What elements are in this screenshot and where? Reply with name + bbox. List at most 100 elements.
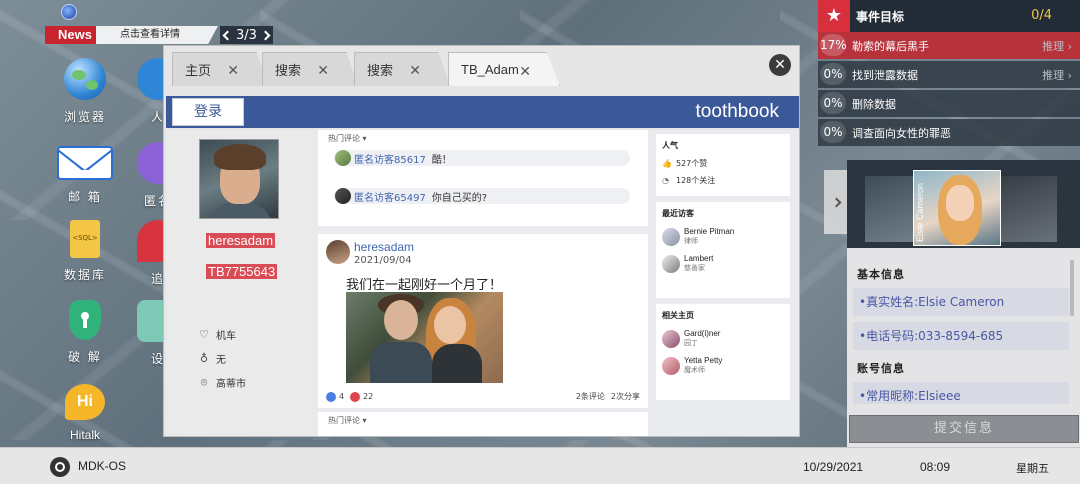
chevron-left-icon[interactable] bbox=[222, 30, 233, 40]
desktop-icon-hitalk[interactable]: Hi Hitalk bbox=[45, 384, 125, 442]
like-icon[interactable] bbox=[326, 391, 336, 402]
post-share-count[interactable]: 2次分享 bbox=[611, 391, 640, 402]
heart-icon: ♡ bbox=[199, 328, 209, 341]
globe-browser-icon bbox=[64, 58, 106, 100]
objectives-title: 事件目标 bbox=[856, 10, 905, 24]
desktop-icon-mail[interactable]: 邮 箱 bbox=[45, 142, 125, 205]
profile-id: TB7755643 bbox=[206, 264, 278, 279]
objectives-header: ★ 事件目标 0/4 bbox=[818, 0, 1080, 32]
contact-thumb-right[interactable] bbox=[997, 176, 1057, 242]
contact-card-name: Elsie Cameron bbox=[915, 182, 925, 242]
desktop-icon-label: 破 解 bbox=[68, 350, 102, 364]
comment-item: 匿名访客65497 你自己买的? bbox=[334, 188, 630, 204]
profile-location: ⌾ 高蒂市 bbox=[198, 375, 246, 391]
caret-down-icon: ▾ bbox=[362, 134, 367, 143]
related-name: Yetta Petty bbox=[684, 356, 723, 365]
thumbs-up-icon: 👍 bbox=[662, 159, 672, 168]
real-name-field[interactable]: •真实姓名:Elsie Cameron bbox=[853, 288, 1069, 316]
shield-key-icon bbox=[69, 300, 101, 340]
post-reactions: 4 22 2条评论 2次分享 bbox=[326, 391, 640, 402]
news-details-link[interactable]: 点击查看详情 bbox=[95, 26, 218, 44]
post-author[interactable]: heresadam bbox=[354, 240, 414, 254]
close-tab-icon[interactable]: ✕ bbox=[317, 63, 329, 79]
phone-field[interactable]: •电话号码:033-8594-685 bbox=[853, 322, 1069, 350]
profile-column: heresadam TB7755643 ♡ 机车 ♁ 无 ⌾ 高蒂市 bbox=[166, 130, 316, 436]
objective-item[interactable]: 0% 删除数据 bbox=[818, 90, 1080, 117]
post-text: 我们在一起刚好一个月了！ bbox=[346, 278, 503, 293]
post-author-avatar[interactable] bbox=[326, 240, 350, 264]
close-tab-icon[interactable]: ✕ bbox=[227, 63, 239, 79]
profile-username: heresadam bbox=[206, 233, 276, 248]
browser-window: 主页 ✕ 搜索 ✕ 搜索 ✕ TB_Adam ✕ ✕ 登录 toothbook … bbox=[163, 45, 800, 437]
commenter-name[interactable]: 匿名访客85617 bbox=[354, 151, 426, 166]
close-tab-icon[interactable]: ✕ bbox=[409, 63, 421, 79]
panel-scrollbar[interactable] bbox=[1070, 260, 1074, 316]
tab-label: TB_Adam bbox=[461, 62, 519, 77]
post-photo[interactable] bbox=[346, 292, 503, 383]
commenter-avatar bbox=[335, 150, 351, 166]
commenter-name[interactable]: 匿名访客65497 bbox=[354, 189, 426, 204]
visitor-avatar bbox=[662, 227, 680, 246]
tab-label: 搜索 bbox=[275, 64, 302, 79]
tab-tb-adam[interactable]: TB_Adam ✕ bbox=[448, 52, 560, 86]
profile-hobby: ♡ 机车 bbox=[198, 327, 236, 342]
commenter-avatar bbox=[335, 188, 351, 204]
post-comment-count[interactable]: 2条评论 bbox=[576, 391, 605, 402]
close-window-button[interactable]: ✕ bbox=[769, 54, 791, 76]
news-pager: 3/3 bbox=[219, 26, 273, 44]
visitor-name: Lambert bbox=[684, 254, 714, 263]
objectives-count: 0/4 bbox=[1031, 8, 1052, 23]
hitalk-chat-icon: Hi bbox=[65, 384, 105, 420]
objective-item[interactable]: 17% 勒索的幕后黑手 推理 › bbox=[818, 32, 1080, 59]
tab-home[interactable]: 主页 ✕ bbox=[172, 52, 268, 86]
site-brand: toothbook bbox=[695, 101, 779, 122]
objectives-panel: ★ 事件目标 0/4 17% 勒索的幕后黑手 推理 › 0% 找到泄露数据 推理… bbox=[818, 0, 1080, 147]
objective-item[interactable]: 0% 调查面向女性的罪恶 bbox=[818, 119, 1080, 146]
related-item[interactable]: Yetta Petty 魔术师 bbox=[656, 352, 790, 379]
objective-text: 勒索的幕后黑手 bbox=[852, 40, 929, 53]
site-header: 登录 toothbook bbox=[166, 96, 799, 128]
globe-icon bbox=[61, 4, 77, 20]
post-date: 2021/09/04 bbox=[354, 255, 412, 266]
tab-label: 搜索 bbox=[367, 64, 394, 79]
post-header: heresadam 2021/09/04 bbox=[326, 240, 414, 266]
tab-search-2[interactable]: 搜索 ✕ bbox=[354, 52, 450, 86]
desktop-icon-label: 浏览器 bbox=[63, 110, 106, 124]
login-button[interactable]: 登录 bbox=[172, 98, 244, 126]
desktop-icon-crack[interactable]: 破 解 bbox=[45, 300, 125, 365]
close-tab-icon[interactable]: ✕ bbox=[519, 63, 531, 80]
likes-row: 👍 527个赞 bbox=[656, 155, 790, 172]
nickname-field[interactable]: •常用昵称:Elsieee bbox=[853, 382, 1069, 404]
visitor-item[interactable]: Lambert 慈善家 bbox=[656, 250, 790, 277]
submit-info-button[interactable]: 提交信息 bbox=[849, 415, 1079, 443]
desktop-icon-browser[interactable]: 浏览器 bbox=[45, 58, 125, 125]
desktop-icon-database[interactable]: <SQL> 数据库 bbox=[45, 220, 125, 283]
visitor-item[interactable]: Bernie Pitman 律师 bbox=[656, 223, 790, 250]
feed: 热门评论 ▾ 匿名访客85617 酷！ 匿名访客65497 你自己买的? her… bbox=[318, 130, 648, 436]
taskbar-day: 星期五 bbox=[1016, 462, 1049, 475]
news-page-indicator: 3/3 bbox=[235, 27, 257, 43]
location-icon: ⌾ bbox=[200, 375, 208, 389]
star-icon: ★ bbox=[818, 0, 850, 32]
desktop-icon-label: 数据库 bbox=[63, 268, 106, 282]
hot-comments-label[interactable]: 热门评论 ▾ bbox=[318, 412, 648, 429]
taskbar: MDK-OS 10/29/2021 08:09 星期五 bbox=[0, 447, 1080, 484]
objective-item[interactable]: 0% 找到泄露数据 推理 › bbox=[818, 61, 1080, 88]
objective-progress: 0% bbox=[820, 92, 846, 114]
os-logo-icon[interactable] bbox=[50, 457, 70, 477]
objective-text: 调查面向女性的罪恶 bbox=[852, 127, 951, 140]
mail-icon bbox=[57, 146, 113, 180]
visitor-role: 律师 bbox=[684, 237, 698, 245]
hot-comments-label[interactable]: 热门评论 ▾ bbox=[318, 130, 648, 147]
related-item[interactable]: Gard(i)ner 园丁 bbox=[656, 325, 790, 352]
caret-down-icon: ▾ bbox=[362, 416, 367, 425]
tab-search-1[interactable]: 搜索 ✕ bbox=[262, 52, 358, 86]
chevron-right-icon[interactable] bbox=[260, 30, 271, 40]
profile-occupation: ♁ 无 bbox=[198, 351, 226, 366]
profile-avatar bbox=[199, 139, 279, 219]
heart-react-icon[interactable] bbox=[350, 391, 361, 402]
comment-text: 酷！ bbox=[431, 154, 452, 166]
likes-total: 527个赞 bbox=[676, 159, 708, 168]
objective-text: 删除数据 bbox=[852, 98, 896, 111]
expand-panel-button[interactable] bbox=[824, 170, 848, 234]
